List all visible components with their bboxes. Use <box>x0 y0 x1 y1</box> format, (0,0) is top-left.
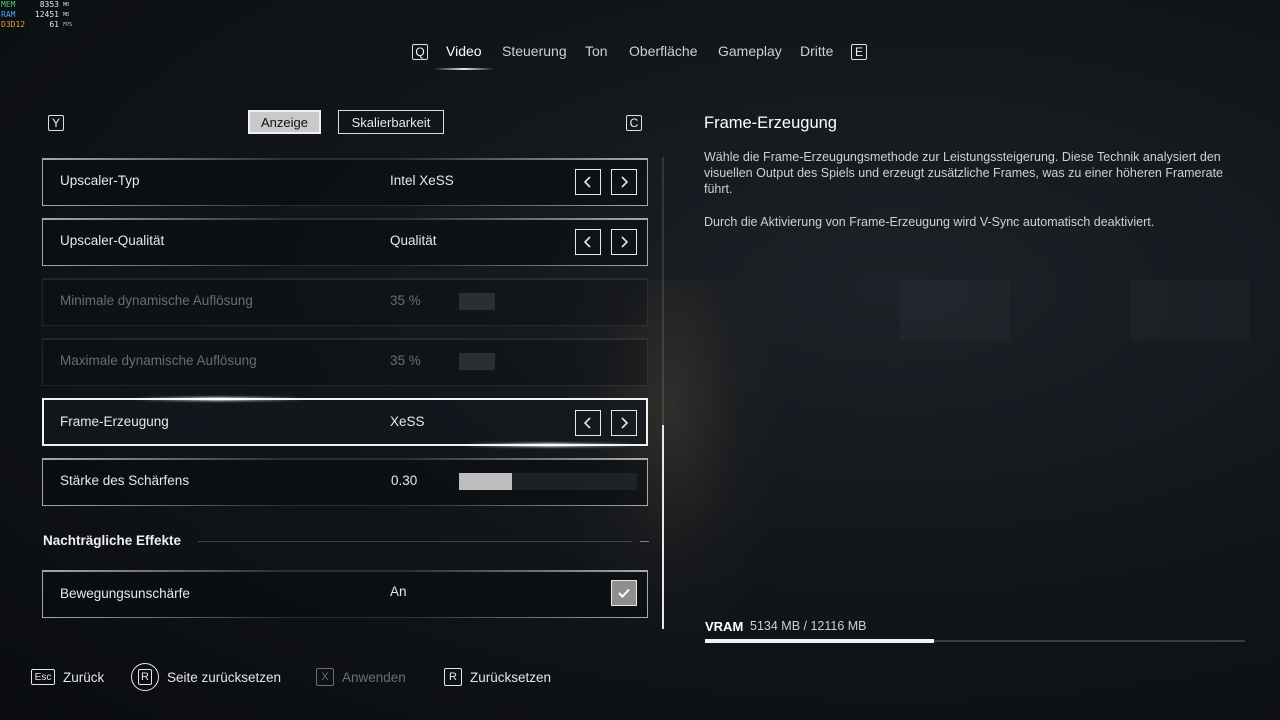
setting-value: 0.30 <box>391 473 418 488</box>
setting-label: Frame-Erzeugung <box>60 414 169 429</box>
slider-track <box>459 353 495 370</box>
overlay-unit: MB <box>63 12 70 18</box>
selection-glow <box>464 443 634 447</box>
collapse-icon[interactable] <box>640 541 649 542</box>
esc-key-icon: Esc <box>31 669 55 685</box>
overlay-unit: MB <box>63 2 70 8</box>
tab-video[interactable]: Video <box>446 43 482 59</box>
next-tab-key[interactable]: E <box>851 44 867 60</box>
overlay-row-mem: MEM 8353 MB <box>1 0 72 10</box>
section-title: Nachträgliche Effekte <box>43 533 182 548</box>
x-key-icon: X <box>316 668 334 686</box>
r-key-icon: R <box>131 663 159 691</box>
vram-value: 5134 MB / 12116 MB <box>750 619 867 633</box>
top-nav: Q Video Steuerung Ton Oberfläche Gamepla… <box>0 38 1280 68</box>
setting-min-dynamic-resolution: Minimale dynamische Auflösung 35 % <box>42 278 648 326</box>
vram-bar <box>705 639 1245 643</box>
arrow-left-button[interactable] <box>575 410 601 436</box>
overlay-label: MEM <box>1 0 16 9</box>
overlay-unit: FPS <box>63 22 73 28</box>
back-label: Zurück <box>63 669 105 685</box>
section-divider <box>198 541 632 542</box>
setting-label: Maximale dynamische Auflösung <box>60 353 257 368</box>
overlay-label: RAM <box>1 10 16 19</box>
chevron-left-icon <box>583 417 591 429</box>
scrollbar-thumb[interactable] <box>662 425 664 629</box>
overlay-label: D3D12 <box>1 20 26 29</box>
setting-value: XeSS <box>390 414 425 429</box>
arrow-right-button[interactable] <box>611 229 637 255</box>
tab-dritte[interactable]: Dritte <box>800 43 833 59</box>
tab-oberflaeche[interactable]: Oberfläche <box>629 43 697 59</box>
setting-value: 35 % <box>390 293 421 308</box>
reset-button[interactable]: R Zurücksetzen <box>444 665 551 689</box>
setting-frame-generation[interactable]: Frame-Erzeugung XeSS <box>42 397 648 447</box>
overlay-value: 61 <box>49 20 59 29</box>
reset-label: Zurücksetzen <box>470 669 552 685</box>
key-letter: R <box>138 669 152 685</box>
r-key-icon: R <box>444 668 462 686</box>
info-description: Wähle die Frame-Erzeugungsmethode zur Le… <box>704 150 1224 196</box>
motion-blur-checkbox[interactable] <box>611 580 637 606</box>
setting-label: Bewegungsunschärfe <box>60 586 190 601</box>
setting-label: Upscaler-Typ <box>60 173 140 188</box>
vram-bar-fill <box>705 639 934 643</box>
chevron-right-icon <box>621 417 629 429</box>
info-note: Durch die Aktivierung von Frame-Erzeugun… <box>704 215 1155 229</box>
overlay-row-fps: D3D12 61 FPS <box>1 20 72 30</box>
setting-value: An <box>390 584 407 599</box>
chevron-left-icon <box>583 236 591 248</box>
reset-page-label: Seite zurücksetzen <box>167 669 282 685</box>
tab-ton[interactable]: Ton <box>585 43 608 59</box>
background-window <box>1130 280 1250 340</box>
active-tab-indicator <box>434 68 494 70</box>
overlay-value: 8353 <box>39 0 59 9</box>
chevron-right-icon <box>621 176 629 188</box>
arrow-left-button[interactable] <box>575 229 601 255</box>
chevron-right-icon <box>621 236 629 248</box>
setting-upscaler-type[interactable]: Upscaler-Typ Intel XeSS <box>42 158 648 206</box>
background-window <box>900 280 1010 340</box>
arrow-right-button[interactable] <box>611 410 637 436</box>
apply-button[interactable]: X Anwenden <box>316 665 406 689</box>
performance-overlay: MEM 8353 MB RAM 12451 MB D3D12 61 FPS <box>1 0 72 30</box>
setting-value: Qualität <box>390 233 437 248</box>
setting-upscaler-quality[interactable]: Upscaler-Qualität Qualität <box>42 218 648 266</box>
vram-label: VRAM <box>705 619 744 634</box>
overlay-value: 12451 <box>34 10 59 19</box>
setting-max-dynamic-resolution: Maximale dynamische Auflösung 35 % <box>42 338 648 386</box>
arrow-left-button[interactable] <box>575 169 601 195</box>
info-title: Frame-Erzeugung <box>704 114 837 132</box>
next-subtab-key[interactable]: C <box>626 115 642 131</box>
arrow-right-button[interactable] <box>611 169 637 195</box>
reset-page-button[interactable]: R Seite zurücksetzen <box>131 663 282 691</box>
sharpening-slider[interactable] <box>459 473 637 490</box>
subtab-anzeige[interactable]: Anzeige <box>248 110 321 134</box>
prev-tab-key[interactable]: Q <box>412 44 428 60</box>
selection-glow <box>134 397 304 401</box>
slider-track <box>459 293 495 310</box>
overlay-row-ram: RAM 12451 MB <box>1 10 72 20</box>
tab-gameplay[interactable]: Gameplay <box>718 43 782 59</box>
setting-value: Intel XeSS <box>390 173 454 188</box>
tab-steuerung[interactable]: Steuerung <box>502 43 567 59</box>
setting-label: Stärke des Schärfens <box>60 473 190 488</box>
setting-label: Upscaler-Qualität <box>60 233 165 248</box>
back-button[interactable]: Esc Zurück <box>31 665 104 689</box>
apply-label: Anwenden <box>342 669 406 685</box>
checkmark-icon <box>618 588 630 598</box>
prev-subtab-key[interactable]: Y <box>48 115 64 131</box>
setting-value: 35 % <box>390 353 421 368</box>
setting-motion-blur[interactable]: Bewegungsunschärfe An <box>42 570 648 618</box>
chevron-left-icon <box>583 176 591 188</box>
setting-sharpening-strength[interactable]: Stärke des Schärfens 0.30 <box>42 458 648 506</box>
subtab-skalierbarkeit[interactable]: Skalierbarkeit <box>338 110 444 134</box>
setting-label: Minimale dynamische Auflösung <box>60 293 253 308</box>
slider-fill <box>459 473 513 490</box>
